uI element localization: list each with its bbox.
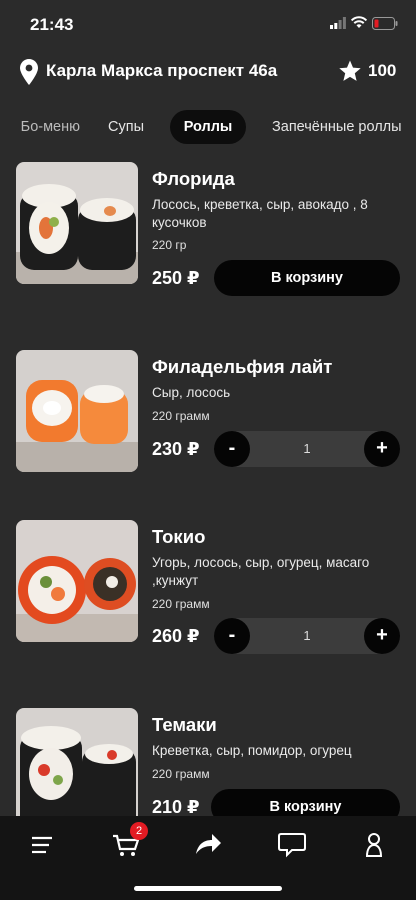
header-bar: Карла Маркса проспект 46а 100	[0, 52, 416, 92]
product-weight: 220 грамм	[152, 409, 210, 423]
status-bar: 21:43	[0, 0, 416, 48]
quantity-stepper: - 1 +	[214, 431, 400, 467]
product-price: 210 ₽	[152, 797, 200, 817]
quantity-stepper: - 1 +	[214, 618, 400, 654]
tab-soups[interactable]: Супы	[96, 110, 156, 144]
category-tabs: Бо-меню Супы Роллы Запечённые роллы	[0, 110, 416, 146]
product-weight: 220 грамм	[152, 597, 210, 611]
star-icon	[339, 60, 361, 81]
profile-icon[interactable]	[354, 828, 394, 860]
location-pin-icon[interactable]	[20, 59, 38, 85]
decrease-quantity-button[interactable]: -	[214, 618, 250, 654]
product-price: 260 ₽	[152, 626, 200, 646]
decrease-quantity-button[interactable]: -	[214, 431, 250, 467]
chat-icon[interactable]	[272, 828, 312, 860]
tab-menu[interactable]: Бо-меню	[0, 110, 80, 144]
delivery-address[interactable]: Карла Маркса проспект 46а	[46, 61, 277, 81]
product-weight: 220 гр	[152, 238, 187, 252]
add-to-cart-button[interactable]: В корзину	[214, 260, 400, 296]
product-price: 230 ₽	[152, 439, 200, 459]
product-weight: 220 грамм	[152, 767, 210, 781]
quantity-value: 1	[303, 441, 311, 456]
product-name: Токио	[152, 526, 206, 547]
product-name: Темаки	[152, 714, 217, 735]
product-photo[interactable]	[16, 520, 138, 642]
status-time: 21:43	[30, 15, 74, 34]
tab-rolls[interactable]: Роллы	[170, 110, 246, 144]
product-name: Флорида	[152, 168, 235, 189]
product-description: Угорь, лосось, сыр, огурец, масаго ,кунж…	[152, 555, 370, 588]
cart-count-badge: 2	[130, 822, 148, 840]
quantity-value: 1	[303, 628, 311, 643]
product-card: Токио Угорь, лосось, сыр, огурец, масаго…	[0, 520, 416, 680]
product-photo[interactable]	[16, 708, 138, 830]
product-photo[interactable]	[16, 162, 138, 284]
product-price: 250 ₽	[152, 268, 200, 288]
increase-quantity-button[interactable]: +	[364, 431, 400, 467]
product-name: Филадельфия лайт	[152, 356, 333, 377]
product-photo[interactable]	[16, 350, 138, 472]
bonus-points: 100	[368, 61, 397, 80]
wifi-icon	[350, 16, 368, 28]
cellular-signal-icon	[330, 17, 346, 29]
product-card: Флорида Лосось, креветка, сыр, авокадо ,…	[0, 162, 416, 322]
menu-icon[interactable]	[22, 828, 62, 860]
increase-quantity-button[interactable]: +	[364, 618, 400, 654]
battery-icon	[372, 17, 398, 30]
product-description: Сыр, лосось	[152, 385, 231, 400]
product-description: Креветка, сыр, помидор, огурец	[152, 743, 352, 758]
product-card: Филадельфия лайт Сыр, лосось 220 грамм 2…	[0, 350, 416, 510]
share-icon[interactable]	[188, 828, 228, 860]
home-indicator[interactable]	[134, 886, 282, 891]
tab-baked-rolls[interactable]: Запечённые роллы	[272, 110, 416, 144]
product-description: Лосось, креветка, сыр, авокадо , 8 кусоч…	[152, 197, 368, 230]
